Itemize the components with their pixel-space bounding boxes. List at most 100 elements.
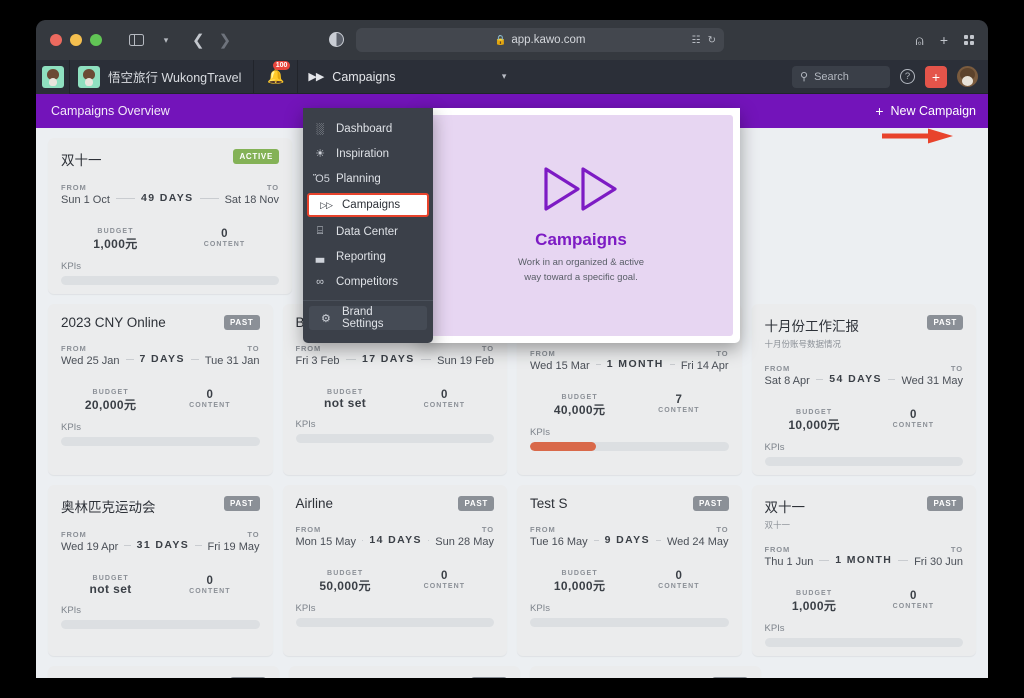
- budget-label: BUDGET: [92, 389, 129, 396]
- menu-divider: [303, 300, 433, 301]
- preview-line-2: way toward a specific goal.: [524, 271, 638, 283]
- status-badge: PAST: [927, 496, 963, 511]
- content-value: 0: [206, 389, 214, 401]
- menu-item-label: Dashboard: [336, 122, 393, 135]
- user-avatar[interactable]: [957, 66, 978, 87]
- duration: 49 DAYS: [140, 192, 194, 204]
- campaign-card[interactable]: Summer Holiday 2023PASTFROMTO: [48, 666, 279, 678]
- scrollbar[interactable]: [984, 128, 988, 678]
- campaign-card[interactable]: 双十一活动预览大促期间双十一活动效益收入PAST: [289, 666, 520, 678]
- address-bar[interactable]: 🔒 app.kawo.com ☷ ↻: [356, 28, 724, 52]
- share-icon[interactable]: ⍝: [915, 33, 923, 47]
- menu-item-inspiration[interactable]: ☀ Inspiration: [303, 141, 433, 166]
- content-label: CONTENT: [189, 402, 231, 409]
- campaign-card[interactable]: 2023 CNY Online PAST FROM Wed 25 Jan 7 DAYS T…: [48, 304, 273, 475]
- notifications-button[interactable]: 🔔 100: [254, 59, 299, 94]
- from-label: FROM: [530, 525, 556, 534]
- tabs-overview-icon[interactable]: [964, 35, 974, 45]
- menu-item-data-center[interactable]: ⌸ Data Center: [303, 219, 433, 244]
- campaign-name: Test S: [530, 496, 568, 511]
- menu-item-campaigns[interactable]: ▷▷ Campaigns: [307, 193, 429, 217]
- search-input[interactable]: ⚲ Search: [792, 65, 890, 88]
- to-label: TO: [950, 545, 963, 554]
- campaign-row: 奥林匹克运动会 PAST FROM Wed 19 Apr 31 DAYS TO Fri 19…: [48, 485, 976, 656]
- budget-value: 1,000元: [93, 237, 138, 251]
- preview-line-1: Work in an organized & active: [517, 256, 645, 268]
- kpis-label: KPIs: [530, 427, 551, 438]
- budget-stat: BUDGET 10,000元: [530, 570, 629, 594]
- menu-item-label: Data Center: [336, 225, 399, 238]
- to-date: Fri 30 Jun: [914, 556, 963, 568]
- campaign-name: 双十一: [764, 500, 806, 515]
- chevron-down-icon[interactable]: ▾: [154, 29, 178, 51]
- lock-icon: 🔒: [494, 34, 507, 46]
- campaign-row: Summer Holiday 2023PASTFROMTO 双十一活动预览大促期间…: [48, 666, 976, 678]
- duration: 1 MONTH: [835, 554, 893, 566]
- content-label: CONTENT: [189, 588, 231, 595]
- workspace-switcher[interactable]: 悟空旅行 WukongTravel: [69, 59, 255, 94]
- from-date: Sat 8 Apr: [764, 375, 810, 387]
- new-campaign-button[interactable]: + New Campaign: [875, 104, 976, 118]
- menu-item-label: Inspiration: [336, 147, 390, 160]
- to-label: TO: [247, 344, 260, 353]
- menu-item-brand-settings[interactable]: ⚙ Brand Settings: [309, 306, 427, 330]
- menu-item-planning[interactable]: Ὄ5 Planning: [303, 166, 433, 191]
- lightbulb-icon: ☀: [315, 148, 325, 160]
- sidebar-icon[interactable]: [124, 29, 148, 51]
- chevron-down-icon: ▾: [501, 71, 507, 81]
- back-icon[interactable]: ❮: [192, 31, 205, 49]
- menu-item-competitors[interactable]: ∞ Competitors: [303, 269, 433, 294]
- extensions-icon[interactable]: ☷: [692, 35, 701, 46]
- database-icon: ⌸: [316, 225, 324, 237]
- status-badge: PAST: [223, 496, 260, 511]
- campaign-card[interactable]: 双十一 ACTIVE FROM Sun 1 Oct 49 DAYS TO Sat 18 No…: [48, 138, 292, 294]
- grid-spacer: [771, 666, 976, 678]
- content-stat: 0 CONTENT: [629, 570, 728, 594]
- forward-icon[interactable]: ❯: [219, 31, 232, 49]
- campaign-card[interactable]: 十月份工作汇报 十月份账号数据情况 PAST FROM Sat 8 Apr 54 DAYS…: [751, 304, 976, 475]
- campaign-card[interactable]: 旅游行程PASTFROMTO: [530, 666, 761, 678]
- kpi-progress-bar: [61, 276, 279, 285]
- status-badge: PAST: [230, 677, 266, 678]
- kpi-progress-bar: [61, 620, 260, 629]
- create-button[interactable]: +: [925, 65, 947, 88]
- workspace-name: 悟空旅行 WukongTravel: [108, 71, 242, 85]
- maximize-window-button[interactable]: [90, 34, 102, 46]
- budget-value: not set: [324, 396, 367, 410]
- help-icon[interactable]: ?: [900, 69, 915, 84]
- menu-item-reporting[interactable]: ▃ Reporting: [303, 244, 433, 269]
- reader-icon[interactable]: [329, 32, 344, 47]
- budget-stat: BUDGET 1,000元: [61, 228, 170, 252]
- menu-item-dashboard[interactable]: ░ Dashboard: [303, 116, 433, 141]
- kpi-progress-bar: [764, 457, 963, 466]
- content-label: CONTENT: [892, 422, 935, 429]
- close-window-button[interactable]: [50, 34, 62, 46]
- kpis-label: KPIs: [530, 603, 551, 614]
- app-logo[interactable]: [36, 59, 69, 94]
- budget-value: 20,000元: [84, 398, 137, 412]
- campaign-card[interactable]: 双十一 双十一 PAST FROM Thu 1 Jun 1 MONTH TO Fri 30 J…: [751, 485, 976, 656]
- duration: 54 DAYS: [829, 373, 882, 385]
- budget-value: not set: [89, 582, 132, 596]
- workspace-avatar: [78, 65, 100, 88]
- to-label: TO: [481, 525, 494, 534]
- new-tab-icon[interactable]: +: [940, 33, 948, 47]
- content-label: CONTENT: [203, 241, 246, 248]
- campaign-name: 双十一: [61, 153, 102, 168]
- content-value: 0: [675, 570, 683, 582]
- grid-icon: ░: [316, 122, 324, 135]
- minimize-window-button[interactable]: [70, 34, 82, 46]
- calendar-icon: Ὄ5: [313, 172, 330, 185]
- content-label: CONTENT: [423, 583, 466, 590]
- section-selector[interactable]: ▶▶ Campaigns ▾: [298, 60, 518, 94]
- campaign-card[interactable]: 奥林匹克运动会 PAST FROM Wed 19 Apr 31 DAYS TO Fri 19…: [48, 485, 273, 656]
- annotation-arrow: [882, 128, 953, 144]
- from-date: Sun 1 Oct: [61, 194, 110, 206]
- grid-spacer: [758, 138, 976, 294]
- window-traffic-lights[interactable]: [50, 34, 102, 46]
- section-label: Campaigns: [332, 69, 396, 84]
- reload-icon[interactable]: ↻: [708, 35, 716, 46]
- campaign-card[interactable]: Test S PAST FROM Tue 16 May 9 DAYS TO Wed 24 M…: [517, 485, 742, 656]
- budget-label: BUDGET: [327, 570, 364, 577]
- campaign-card[interactable]: Airline PAST FROM Mon 15 May 14 DAYS TO Sun 28…: [282, 485, 507, 656]
